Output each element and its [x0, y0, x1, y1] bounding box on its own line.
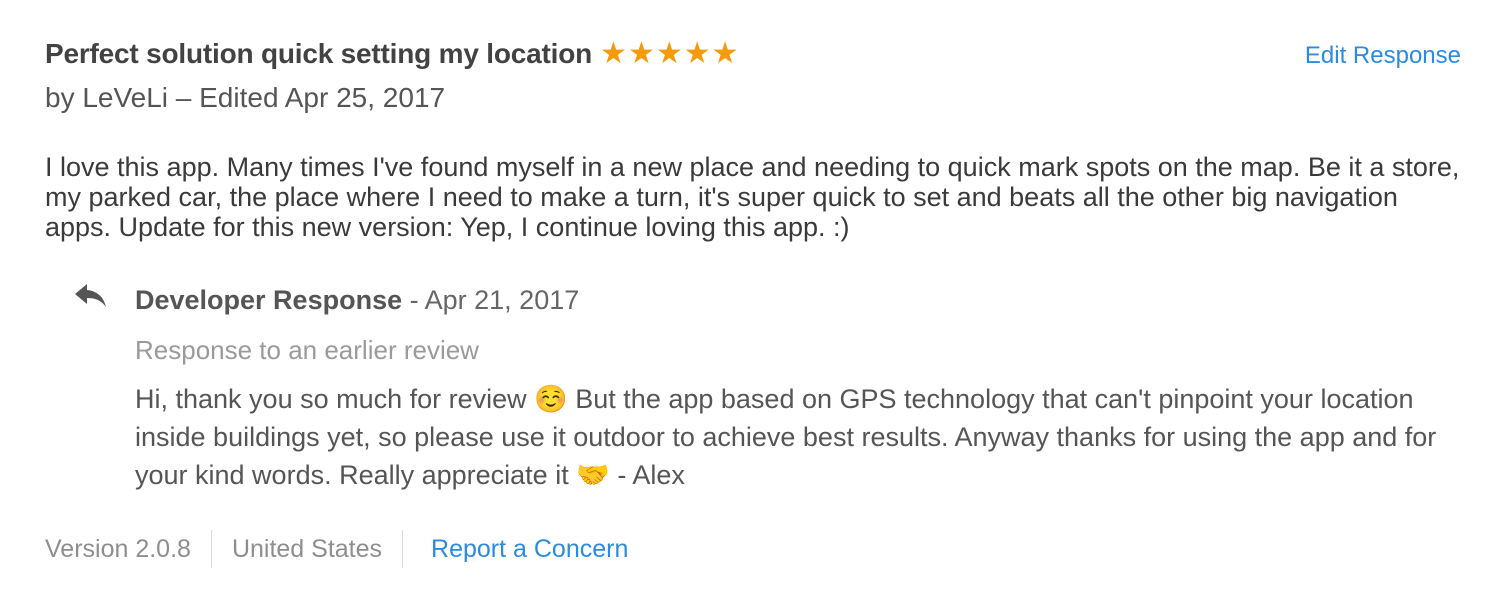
- review-title: Perfect solution quick setting my locati…: [45, 38, 593, 69]
- star-icon: ★: [655, 37, 683, 70]
- star-rating: ★ ★ ★ ★ ★: [600, 39, 740, 69]
- footer-divider: [402, 530, 404, 568]
- footer-divider: [210, 530, 212, 568]
- star-icon: ★: [600, 37, 627, 70]
- report-concern-link[interactable]: Report a Concern: [431, 535, 628, 564]
- developer-response-subtitle: Response to an earlier review: [135, 335, 479, 365]
- reply-icon: [75, 284, 106, 307]
- star-icon: ★: [711, 37, 739, 70]
- country-label: United States: [231, 534, 383, 563]
- star-icon: ★: [627, 37, 655, 70]
- developer-response-title: Developer Response: [135, 285, 403, 315]
- version-label: Version 2.0.8: [45, 534, 191, 563]
- developer-response-header: Developer Response - Apr 21, 2017: [135, 285, 579, 316]
- star-icon: ★: [683, 37, 711, 70]
- edit-response-link[interactable]: Edit Response: [1305, 42, 1461, 70]
- review-footer: Version 2.0.8 United States Report a Con…: [45, 530, 628, 568]
- review-body: I love this app. Many times I've found m…: [45, 152, 1460, 242]
- review-meta: by LeVeLi – Edited Apr 25, 2017: [45, 82, 446, 113]
- developer-response-separator: -: [402, 285, 425, 315]
- developer-response-body: Hi, thank you so much for review ☺️ But …: [135, 384, 1437, 490]
- developer-response-date: Apr 21, 2017: [424, 285, 580, 315]
- review-title-row: Perfect solution quick setting my locati…: [45, 38, 740, 70]
